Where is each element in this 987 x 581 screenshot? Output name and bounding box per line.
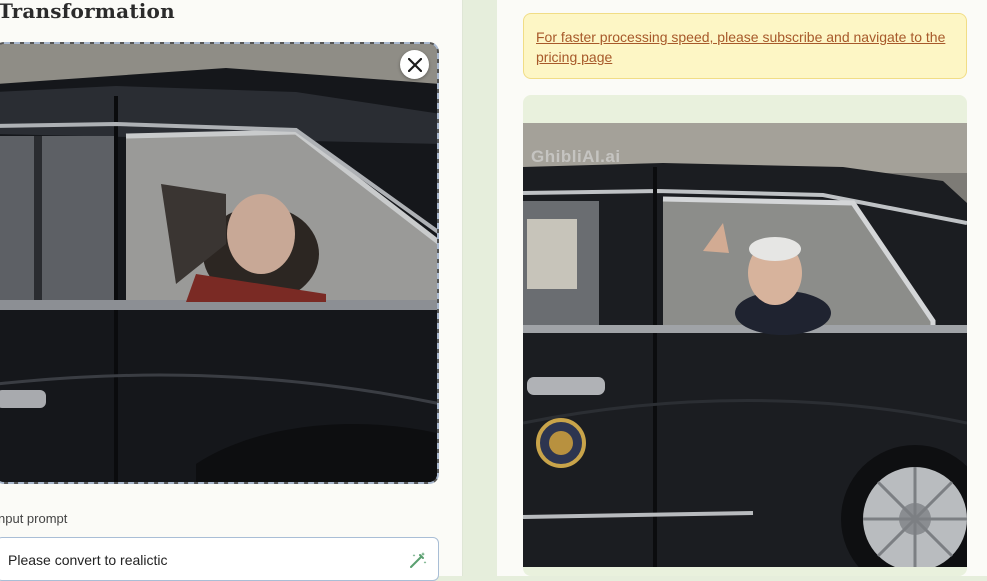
watermark: GhibliAI.ai xyxy=(531,147,621,166)
prompt-input[interactable]: Please convert to realictic xyxy=(0,537,439,581)
result-car-photo xyxy=(523,123,967,567)
subscription-notice: For faster processing speed, please subs… xyxy=(523,13,967,79)
uploaded-image-frame[interactable] xyxy=(0,42,439,484)
prompt-input-value: Please convert to realictic xyxy=(8,552,168,568)
magic-wand-icon[interactable] xyxy=(408,550,428,570)
pricing-link[interactable]: For faster processing speed, please subs… xyxy=(536,29,945,65)
remove-image-button[interactable] xyxy=(400,50,429,79)
right-panel: For faster processing speed, please subs… xyxy=(497,0,987,576)
page-title: Transformation xyxy=(0,0,175,23)
close-icon xyxy=(407,57,422,72)
input-prompt-label: nput prompt xyxy=(0,511,68,526)
result-card: GhibliAI.ai xyxy=(523,95,967,576)
left-panel: Transformation nput prompt Please conver… xyxy=(0,0,463,581)
result-image[interactable]: GhibliAI.ai xyxy=(523,123,967,567)
uploaded-car-photo xyxy=(0,44,437,482)
